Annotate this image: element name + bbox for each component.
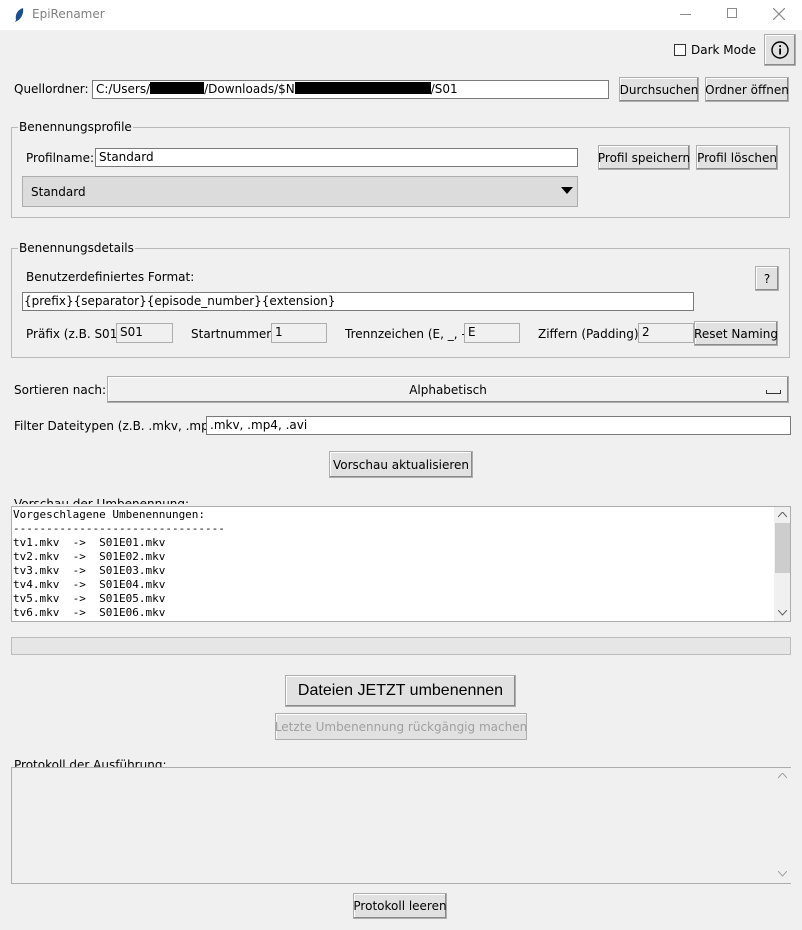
chevron-down-icon	[561, 187, 573, 194]
filter-input[interactable]: .mkv, .mp4, .avi	[206, 416, 791, 435]
profile-name-label: Profilname:	[26, 151, 95, 165]
profile-name-input[interactable]: Standard	[95, 148, 578, 167]
preview-line: tv5.mkv -> S01E05.mkv	[13, 592, 166, 605]
preview-line: --------------------------------	[13, 522, 225, 535]
info-icon	[771, 41, 789, 59]
preview-line: tv4.mkv -> S01E04.mkv	[13, 578, 166, 591]
format-help-button[interactable]: ?	[755, 266, 779, 291]
update-preview-button[interactable]: Vorschau aktualisieren	[329, 451, 473, 478]
browse-button[interactable]: Durchsuchen	[619, 77, 699, 102]
profiles-group-title: Benennungsprofile	[18, 120, 133, 134]
digits-input[interactable]: 2	[638, 323, 694, 343]
start-number-input[interactable]: 1	[271, 323, 327, 343]
sort-label: Sortieren nach:	[14, 383, 106, 397]
close-button[interactable]	[756, 0, 802, 30]
format-input[interactable]: {prefix}{separator}{episode_number}{exte…	[22, 292, 694, 311]
preview-title: Vorschau der Umbenennung:	[14, 497, 190, 504]
source-path-mid: /Downloads/$N	[204, 82, 295, 96]
scroll-down-icon[interactable]	[778, 610, 787, 616]
log-title: Protokoll der Ausführung:	[14, 758, 167, 767]
prefix-label: Präfix (z.B. S01):	[26, 327, 127, 341]
separator-label: Trennzeichen (E, _, -):	[345, 327, 475, 341]
preview-line: tv3.mkv -> S01E03.mkv	[13, 564, 166, 577]
profile-select-value: Standard	[31, 185, 86, 199]
start-number-label: Startnummer:	[191, 327, 276, 341]
profile-select[interactable]: Standard	[22, 176, 578, 207]
minimize-button[interactable]	[662, 0, 708, 30]
undo-rename-button[interactable]: Letzte Umbenennung rückgängig machen	[275, 713, 527, 740]
preview-line: Vorgeschlagene Umbenennungen:	[13, 508, 206, 521]
log-text-area[interactable]	[11, 767, 791, 884]
redaction	[150, 82, 205, 94]
rename-now-button[interactable]: Dateien JETZT umbenennen	[285, 675, 516, 707]
info-button[interactable]	[764, 34, 796, 66]
preview-lines: Vorgeschlagene Umbenennungen: -----------…	[13, 508, 225, 620]
source-folder-label: Quellordner:	[14, 82, 89, 96]
source-path-start: C:/Users/	[96, 82, 151, 96]
delete-profile-button[interactable]: Profil löschen	[696, 145, 778, 170]
filter-label: Filter Dateitypen (z.B. .mkv, .mp4):	[14, 419, 226, 433]
redaction	[294, 82, 431, 94]
preview-line: tv6.mkv -> S01E06.mkv	[13, 606, 166, 619]
open-folder-button[interactable]: Ordner öffnen	[705, 77, 789, 102]
preview-scrollbar[interactable]	[774, 507, 790, 621]
save-profile-button[interactable]: Profil speichern	[598, 145, 690, 170]
scroll-down-icon[interactable]	[778, 871, 787, 877]
scroll-up-icon[interactable]	[778, 512, 787, 518]
maximize-icon	[727, 8, 737, 18]
preview-line: tv1.mkv -> S01E01.mkv	[13, 536, 166, 549]
sort-select-value: Alphabetisch	[409, 383, 487, 397]
preview-line: tv2.mkv -> S01E02.mkv	[13, 550, 166, 563]
format-label: Benutzerdefiniertes Format:	[26, 270, 195, 284]
log-scrollbar[interactable]	[774, 768, 791, 883]
preview-text-area[interactable]: Vorgeschlagene Umbenennungen: -----------…	[11, 506, 791, 622]
close-icon	[773, 8, 785, 20]
title-bar: EpiRenamer	[0, 0, 802, 30]
dark-mode-label: Dark Mode	[691, 43, 756, 57]
option-menu-indicator-icon	[766, 390, 781, 394]
window-title: EpiRenamer	[32, 7, 105, 21]
dark-mode-checkbox[interactable]	[674, 44, 686, 56]
source-folder-input[interactable]: C:/Users/ /Downloads/$N/S01	[92, 80, 609, 99]
progress-bar	[11, 637, 791, 655]
minimize-icon	[680, 14, 691, 15]
source-path-end: /S01	[430, 82, 458, 96]
maximize-button[interactable]	[709, 0, 755, 30]
clear-log-button[interactable]: Protokoll leeren	[353, 893, 447, 919]
feather-icon	[15, 8, 24, 22]
separator-input[interactable]: E	[464, 323, 520, 343]
sort-select[interactable]: Alphabetisch	[107, 376, 789, 403]
digits-label: Ziffern (Padding):	[538, 327, 643, 341]
reset-naming-button[interactable]: Reset Naming	[694, 321, 778, 346]
details-group-title: Benennungsdetails	[18, 241, 135, 255]
prefix-input[interactable]: S01	[116, 323, 173, 343]
scroll-up-icon[interactable]	[778, 773, 787, 779]
preview-scroll-thumb[interactable]	[775, 523, 790, 573]
